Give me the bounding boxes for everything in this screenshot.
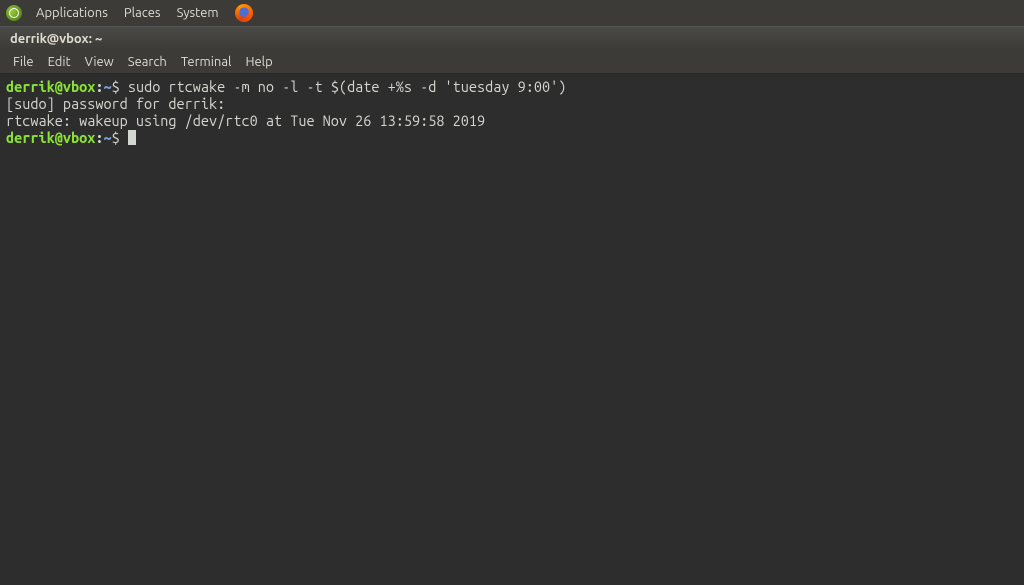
prompt-dollar: $: [112, 78, 128, 95]
window-titlebar[interactable]: derrik@vbox: ~: [0, 26, 1024, 50]
terminal-line: derrik@vbox:~$: [6, 129, 136, 146]
terminal-output[interactable]: derrik@vbox:~$ sudo rtcwake -m no -l -t …: [0, 74, 1024, 585]
terminal-menubar: File Edit View Search Terminal Help: [0, 50, 1024, 74]
prompt-path: ~: [103, 78, 111, 95]
terminal-line: [sudo] password for derrik:: [6, 95, 225, 112]
prompt-userhost: derrik@vbox: [6, 129, 95, 146]
menu-search[interactable]: Search: [121, 53, 174, 71]
places-menu[interactable]: Places: [118, 4, 167, 22]
menu-view[interactable]: View: [78, 53, 121, 71]
terminal-line: derrik@vbox:~$ sudo rtcwake -m no -l -t …: [6, 78, 566, 95]
applications-menu[interactable]: Applications: [30, 4, 114, 22]
firefox-icon[interactable]: [235, 4, 253, 22]
terminal-line: rtcwake: wakeup using /dev/rtc0 at Tue N…: [6, 112, 485, 129]
menu-terminal[interactable]: Terminal: [174, 53, 239, 71]
top-panel: Applications Places System: [0, 0, 1024, 26]
prompt-path: ~: [103, 129, 111, 146]
command-text: sudo rtcwake -m no -l -t $(date +%s -d '…: [128, 78, 566, 95]
menu-file[interactable]: File: [6, 53, 41, 71]
distro-logo-icon[interactable]: [6, 5, 22, 21]
prompt-userhost: derrik@vbox: [6, 78, 95, 95]
prompt-dollar: $: [112, 129, 128, 146]
window-title: derrik@vbox: ~: [10, 32, 102, 46]
cursor-icon: [128, 130, 136, 145]
menu-help[interactable]: Help: [238, 53, 279, 71]
menu-edit[interactable]: Edit: [41, 53, 78, 71]
system-menu[interactable]: System: [171, 4, 225, 22]
